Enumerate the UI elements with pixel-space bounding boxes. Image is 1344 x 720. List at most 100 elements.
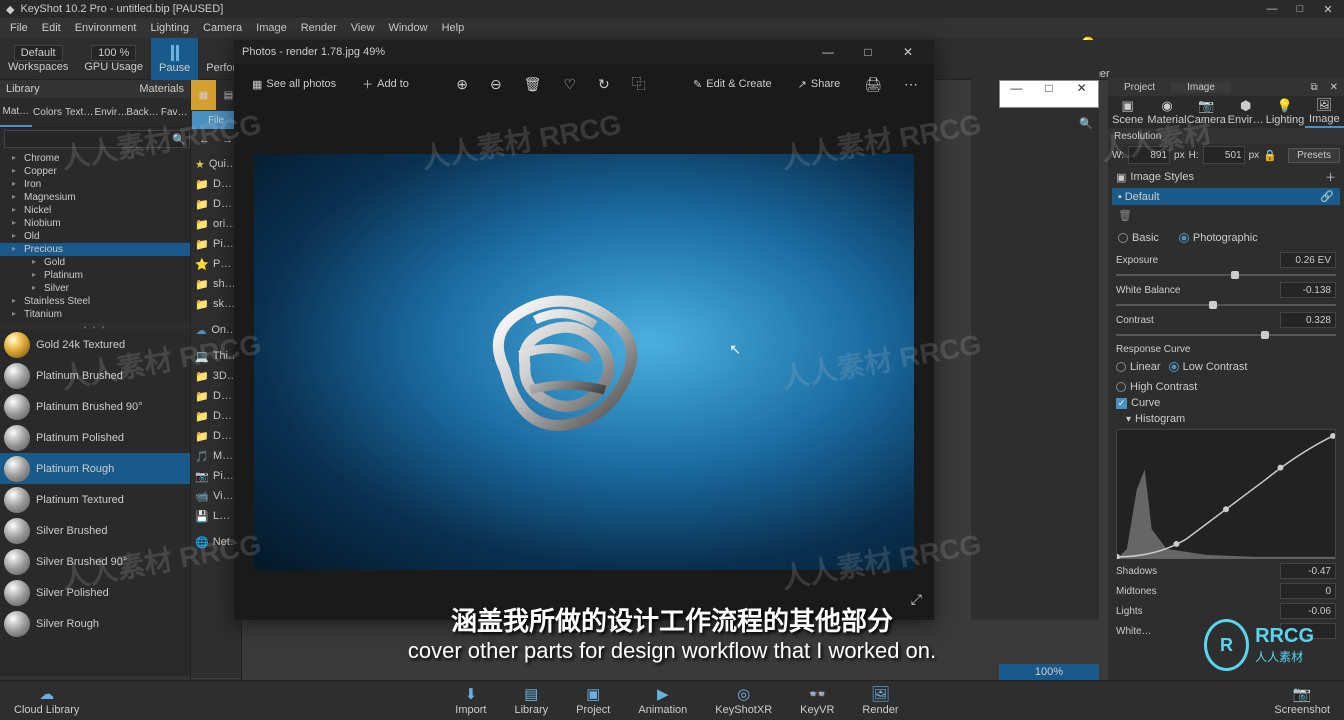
curve-checkbox[interactable]: ✓ (1116, 398, 1127, 409)
tab-backplates[interactable]: Back… (127, 98, 159, 127)
keyshotxr-button[interactable]: ◎KeyShotXR (701, 683, 786, 718)
wb-slider[interactable] (1108, 300, 1344, 310)
tree-gold[interactable]: Gold (0, 256, 190, 269)
tab-textures[interactable]: Text… (63, 98, 95, 127)
qa-item[interactable]: 📁sh… (193, 274, 239, 294)
search-icon[interactable]: 🔍 (172, 133, 186, 146)
lock-icon[interactable]: 🔒 (1263, 149, 1277, 162)
edit-create[interactable]: ✎Edit & Create (685, 74, 780, 95)
search-icon[interactable]: 🔍 (1079, 117, 1093, 130)
tree-stainless[interactable]: Stainless Steel (0, 295, 190, 308)
zoom-slider[interactable]: 100% (999, 664, 1099, 680)
photos-viewport[interactable]: ↖ ⤢ (234, 104, 934, 620)
keyvr-button[interactable]: 👓KeyVR (786, 683, 848, 718)
share-button[interactable]: ↗Share (790, 74, 849, 95)
dlg-close[interactable]: ✕ (1065, 81, 1098, 107)
photos-titlebar[interactable]: Photos - render 1.78.jpg 49% — □ ✕ (234, 40, 934, 64)
qa-item[interactable]: 📁3D… (193, 366, 239, 386)
exposure-value[interactable]: 0.26 EV (1280, 252, 1336, 268)
qa-item[interactable]: 📁D… (193, 386, 239, 406)
back-icon[interactable]: ← (199, 134, 210, 146)
render-button[interactable]: 🖼Render (848, 683, 912, 718)
tree-old[interactable]: Old (0, 230, 190, 243)
workspaces-dropdown[interactable]: Default Workspaces (0, 38, 76, 80)
crop-icon[interactable]: ⿻ (626, 74, 652, 94)
qa-music[interactable]: 🎵M… (193, 446, 239, 466)
qa-item[interactable]: 📁sk… (193, 294, 239, 314)
pause-button[interactable]: Pause (151, 38, 198, 80)
tree-iron[interactable]: Iron (0, 178, 190, 191)
shadows-value[interactable]: -0.47 (1280, 563, 1336, 579)
qa-item[interactable]: ⭐P… (193, 254, 239, 274)
minimize-button[interactable]: — (1262, 3, 1282, 16)
file-tab[interactable]: File (192, 111, 240, 129)
style-default[interactable]: ▪ Default🔗 (1112, 188, 1340, 205)
wb-value[interactable]: -0.138 (1280, 282, 1336, 298)
qa-drive[interactable]: 💾L… (193, 506, 239, 526)
tab-material[interactable]: ◉Material (1147, 96, 1186, 128)
dlg-max[interactable]: □ (1033, 81, 1066, 107)
menu-file[interactable]: File (4, 20, 34, 36)
menu-view[interactable]: View (345, 20, 381, 36)
project-tab[interactable]: Project (1108, 82, 1171, 93)
tab-scene[interactable]: ▣Scene (1108, 96, 1147, 128)
tab-materials[interactable]: Mat… (0, 98, 32, 127)
tree-precious[interactable]: Precious (0, 243, 190, 256)
forward-icon[interactable]: → (222, 134, 233, 146)
mat-silver-polished[interactable]: Silver Polished (0, 577, 190, 608)
tab-colors[interactable]: Colors (32, 98, 64, 127)
menu-render[interactable]: Render (295, 20, 343, 36)
library-search-input[interactable] (4, 130, 190, 148)
maximize-button[interactable]: □ (1290, 3, 1310, 16)
tree-silver[interactable]: Silver (0, 282, 190, 295)
radio-basic[interactable]: Basic (1118, 232, 1159, 244)
fullscreen-icon[interactable]: ⤢ (911, 591, 922, 608)
mat-gold-24k[interactable]: Gold 24k Textured (0, 329, 190, 360)
histogram-curve[interactable] (1116, 429, 1336, 559)
qa-item[interactable]: 📁D… (193, 426, 239, 446)
qa-thispc[interactable]: 💻Thi… (193, 346, 239, 366)
tree-nickel[interactable]: Nickel (0, 204, 190, 217)
favorite-icon[interactable]: ♡ (557, 76, 582, 93)
screenshot-button[interactable]: 📷Screenshot (1260, 683, 1344, 718)
tab-lighting[interactable]: 💡Lighting (1265, 96, 1304, 128)
contrast-value[interactable]: 0.328 (1280, 312, 1336, 328)
tree-magnesium[interactable]: Magnesium (0, 191, 190, 204)
delete-icon[interactable]: 🗑 (518, 76, 548, 93)
radio-high-contrast[interactable]: High Contrast (1116, 381, 1197, 393)
qa-network[interactable]: 🌐Net… (193, 532, 239, 552)
cloud-library-button[interactable]: ☁Cloud Library (0, 683, 93, 718)
tree-titanium[interactable]: Titanium (0, 308, 190, 321)
qa-item[interactable]: ★Qui… (193, 154, 239, 174)
tab-image[interactable]: 🖼Image (1305, 96, 1344, 128)
qa-pictures[interactable]: 📷Pi… (193, 466, 239, 486)
dlg-min[interactable]: — (1000, 81, 1033, 107)
tab-favorites[interactable]: Fav… (158, 98, 190, 127)
tab-environments[interactable]: Envir… (95, 98, 127, 127)
close-button[interactable]: ✕ (1318, 3, 1338, 16)
mat-platinum-brushed[interactable]: Platinum Brushed (0, 360, 190, 391)
zoom-in-icon[interactable]: ⊕ (450, 76, 474, 93)
photos-maximize[interactable]: □ (850, 45, 886, 59)
mat-silver-brushed-90[interactable]: Silver Brushed 90° (0, 546, 190, 577)
import-button[interactable]: ⬇Import (441, 683, 500, 718)
close-panel-icon[interactable]: ✕ (1324, 82, 1344, 93)
qa-onedrive[interactable]: ☁On… (193, 320, 239, 340)
menu-lighting[interactable]: Lighting (144, 20, 195, 36)
height-input[interactable] (1203, 146, 1245, 164)
zoom-out-icon[interactable]: ⊖ (484, 76, 508, 93)
photos-close[interactable]: ✕ (890, 45, 926, 59)
qa-item[interactable]: 📁ori… (193, 214, 239, 234)
add-style-icon[interactable]: ＋ (1325, 169, 1336, 185)
mat-silver-rough[interactable]: Silver Rough (0, 608, 190, 639)
qa-item[interactable]: 📁D… (193, 194, 239, 214)
qa-videos[interactable]: 📹Vi… (193, 486, 239, 506)
tab-environment[interactable]: ⬢Envir… (1226, 96, 1265, 128)
menu-window[interactable]: Window (382, 20, 433, 36)
photos-minimize[interactable]: — (810, 45, 846, 59)
radio-linear[interactable]: Linear (1116, 361, 1161, 373)
tab-camera[interactable]: 📷Camera (1187, 96, 1226, 128)
qa-item[interactable]: 📁D… (193, 406, 239, 426)
radio-photographic[interactable]: Photographic (1179, 232, 1258, 244)
add-to[interactable]: ＋Add to (354, 72, 417, 96)
